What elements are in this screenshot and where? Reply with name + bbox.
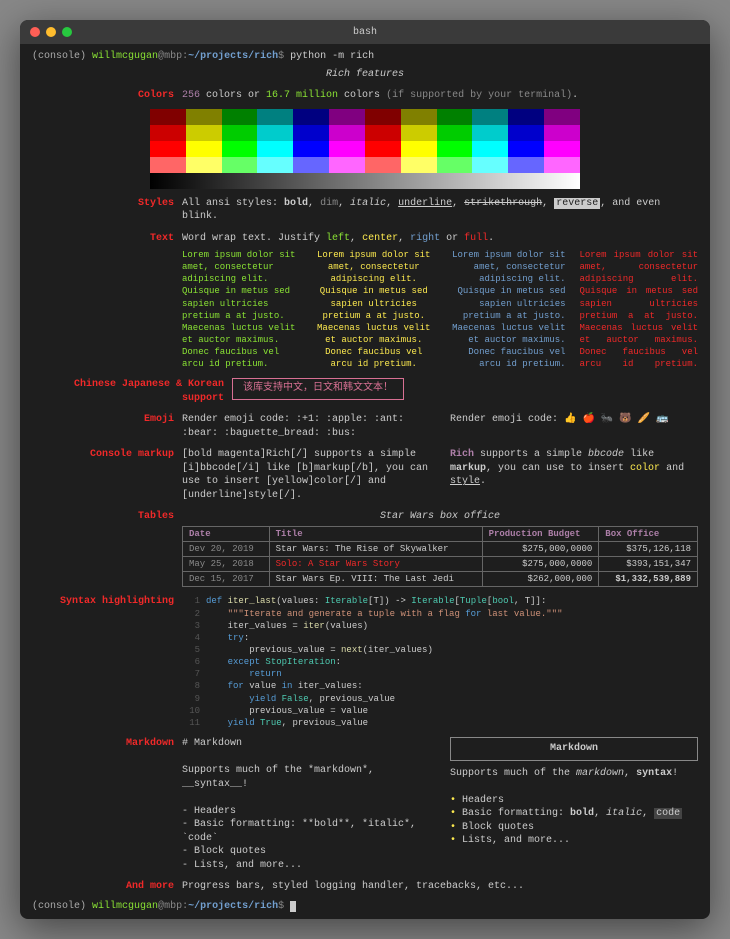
table-row: Dev 20, 2019Star Wars: The Rise of Skywa…	[183, 542, 698, 557]
cursor-icon	[290, 901, 296, 912]
section-emoji: Emoji Render emoji code: :+1: :apple: :a…	[32, 413, 698, 440]
section-text: Text Word wrap text. Justify left, cente…	[32, 232, 698, 371]
section-cjk: Chinese Japanese & Korean support 该库支持中文…	[32, 378, 698, 405]
lorem-center: Lorem ipsum dolor sit amet, consectetur …	[315, 249, 434, 370]
section-more: And more Progress bars, styled logging h…	[32, 880, 698, 894]
section-colors: Colors 256 colors or 16.7 million colors…	[32, 89, 698, 103]
page-title: Rich features	[32, 68, 698, 82]
color-palette	[150, 109, 580, 189]
table-row: May 25, 2018Solo: A Star Wars Story$275,…	[183, 557, 698, 572]
titlebar[interactable]: bash	[20, 20, 710, 44]
markdown-title-box: Markdown	[450, 737, 698, 761]
movies-table: Date Title Production Budget Box Office …	[182, 526, 698, 588]
code-block: 1def iter_last(values: Iterable[T]) -> I…	[182, 595, 698, 729]
window-title: bash	[20, 27, 710, 38]
lorem-left: Lorem ipsum dolor sit amet, consectetur …	[182, 249, 301, 370]
lorem-full: Lorem ipsum dolor sit amet, consectetur …	[580, 249, 699, 370]
prompt-line: (console) willmcgugan@mbp:~/projects/ric…	[32, 50, 698, 64]
prompt-line-2: (console) willmcgugan@mbp:~/projects/ric…	[32, 900, 698, 914]
cjk-box: 该库支持中文，日文和韩文文本！	[232, 378, 404, 400]
section-styles: Styles All ansi styles: bold, dim, itali…	[32, 197, 698, 224]
terminal-content[interactable]: (console) willmcgugan@mbp:~/projects/ric…	[20, 44, 710, 919]
section-markdown: Markdown # Markdown Supports much of the…	[32, 737, 698, 872]
table-row: Dec 15, 2017Star Wars Ep. VIII: The Last…	[183, 572, 698, 587]
terminal-window: bash (console) willmcgugan@mbp:~/project…	[20, 20, 710, 919]
lorem-right: Lorem ipsum dolor sit amet, consectetur …	[447, 249, 566, 370]
section-syntax: Syntax highlighting 1def iter_last(value…	[32, 595, 698, 729]
section-markup: Console markup [bold magenta]Rich[/] sup…	[32, 448, 698, 502]
section-tables: Tables Star Wars box office Date Title P…	[32, 510, 698, 587]
